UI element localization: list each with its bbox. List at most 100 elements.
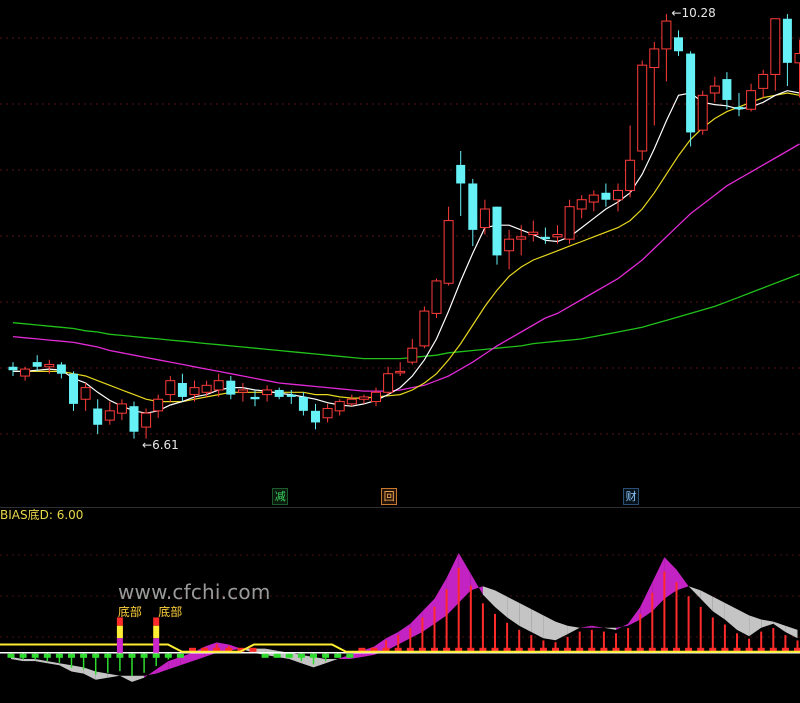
candle-body-up (141, 412, 152, 428)
marker-hui[interactable]: 回 (381, 488, 398, 505)
candle-body-down (734, 106, 744, 110)
bias-block (261, 653, 269, 658)
bias-block (297, 653, 305, 658)
bias-block (310, 653, 317, 658)
low-arrow-icon: ← (142, 437, 153, 452)
bias-band-magenta (470, 573, 483, 595)
bias-band-magenta (676, 569, 689, 591)
candle-body-up (443, 220, 454, 284)
candle-body-down (69, 373, 78, 404)
candle-body-up (395, 370, 406, 374)
candle-body-up (637, 64, 648, 152)
candle-body-down (722, 79, 732, 100)
candle-body-up (44, 363, 55, 368)
bias-block (249, 647, 257, 652)
candle-body-down (286, 394, 296, 397)
candle-body-up (479, 208, 490, 229)
candle-body-down (8, 366, 18, 371)
bias-band-gray (749, 615, 762, 637)
bias-band-gray (47, 661, 60, 666)
bias-band-gray (507, 596, 520, 626)
bottom-label-1: 底部 (117, 605, 142, 620)
candle-body-up (334, 401, 345, 412)
marker-jian[interactable]: 减 (272, 488, 289, 505)
bias-band-gray (325, 659, 338, 664)
bias-panel-title: BIAS底D: 6.00 (0, 508, 84, 522)
low-price-value: 6.61 (152, 437, 179, 452)
candle-body-up (758, 73, 769, 89)
candle-body-up (371, 391, 381, 403)
bias-band-gray (313, 657, 326, 668)
candle-body-up (528, 231, 539, 236)
bias-band-magenta (640, 582, 653, 620)
bias-block (7, 653, 15, 658)
bias-band-gray (519, 602, 532, 632)
bias-block (55, 653, 63, 658)
bias-band-gray (95, 671, 108, 680)
candle-body-up (649, 48, 660, 68)
candle-body-up (407, 347, 418, 363)
bottom-pillar-1-low (116, 638, 123, 653)
high-price-value: 10.28 (681, 6, 716, 21)
candle-body-down (226, 380, 236, 395)
candle-body-up (116, 403, 127, 414)
bias-band-magenta (591, 625, 604, 628)
bottom-label-2: 底部 (158, 605, 183, 620)
candle-body-up (80, 387, 91, 400)
ma-green-line (12, 273, 800, 360)
bias-block (346, 653, 354, 658)
bias-band-magenta (422, 598, 435, 632)
kline-chart (0, 14, 800, 682)
bias-block (273, 653, 281, 658)
candle-body-down (311, 410, 320, 423)
bottom-pillar-2-low (153, 638, 160, 653)
bias-band-gray (107, 673, 120, 678)
candle-body-up (588, 194, 599, 203)
bias-block (176, 653, 184, 658)
candle-body-down (56, 364, 66, 374)
bias-block (334, 653, 342, 658)
bias-band-gray (603, 627, 616, 630)
candle-body-up (358, 396, 369, 400)
candle-body-up (625, 159, 636, 191)
bias-band-magenta (156, 661, 169, 674)
candle-body-up (383, 373, 394, 393)
candle-body-down (782, 18, 792, 63)
bias-band-gray (83, 667, 96, 680)
candle-body-up (104, 410, 115, 421)
bias-band-gray (700, 590, 713, 612)
candle-body-down (468, 183, 478, 230)
bias-band-gray (773, 621, 786, 632)
bias-band-gray (23, 659, 36, 662)
candle-body-up (661, 20, 672, 50)
marker-cai[interactable]: 财 (623, 488, 640, 505)
bias-band-gray (761, 619, 774, 628)
candle-body-up (746, 90, 757, 110)
candle-body-up (431, 280, 442, 314)
bias-band-gray (712, 596, 725, 620)
bias-block (68, 653, 75, 658)
panel-divider (0, 507, 800, 508)
candle-body-up (20, 368, 31, 377)
candle-body-down (674, 37, 683, 52)
candle-body-down (32, 362, 42, 367)
bias-band-gray (543, 615, 556, 641)
bias-band-gray (35, 659, 48, 664)
bias-band-gray (567, 625, 580, 635)
bias-band-gray (71, 665, 84, 674)
bias-band-magenta (664, 557, 677, 599)
bias-band-gray (531, 609, 544, 639)
ma-magenta-line (12, 143, 800, 392)
candle-body-down (298, 396, 308, 411)
candle-body-up (213, 380, 224, 391)
candle-body-up (262, 389, 273, 396)
high-price-label: ←10.28 (671, 6, 715, 20)
bias-band-gray (495, 590, 508, 618)
bias-band-gray (724, 602, 737, 630)
bottom-pillar-1-mid (116, 625, 123, 639)
bias-block (19, 653, 27, 658)
bias-block (104, 653, 112, 658)
bias-band-magenta (410, 611, 423, 639)
bias-band-magenta (458, 553, 471, 603)
candle-body-up (504, 238, 515, 252)
